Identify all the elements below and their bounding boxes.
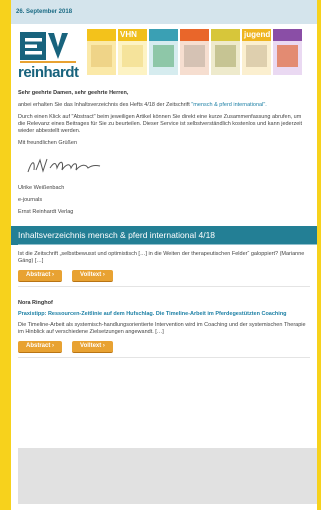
signature-icon: [27, 158, 101, 173]
toc-header: Inhaltsverzeichnis mensch & pferd intern…: [11, 226, 317, 245]
journal-cover[interactable]: jugend: [242, 29, 271, 75]
signature-company: Ernst Reinhardt Verlag: [18, 209, 74, 215]
salutation: Sehr geehrte Damen, sehr geehrte Herren,: [18, 90, 129, 96]
abstract-button[interactable]: Abstract ›: [18, 341, 63, 353]
ad-placeholder: [18, 448, 317, 504]
email-frame: 26. September 2018 reinhardt VHN jugend …: [11, 0, 317, 510]
letter-body: Sehr geehrte Damen, sehr geehrte Herren,…: [11, 90, 317, 216]
toc-title: Inhaltsverzeichnis mensch & pferd intern…: [18, 230, 216, 240]
journal-cover[interactable]: [180, 29, 209, 75]
journal-covers: VHN jugend: [87, 29, 302, 75]
article-text: Ist die Zeitschrift „selbstbewusst und o…: [18, 251, 305, 264]
journal-cover[interactable]: [87, 29, 116, 75]
intro-paragraph: anbei erhalten Sie das Inhaltsverzeichni…: [18, 102, 310, 109]
fulltext-button[interactable]: Volltext ›: [72, 270, 113, 282]
article-title-link[interactable]: Praxistipp: Ressourcen-Zeitlinie auf dem…: [18, 311, 310, 318]
journal-cover[interactable]: [211, 29, 240, 75]
article-divider: [18, 357, 310, 358]
article-text: Die Timeline-Arbeit als systemisch-handl…: [18, 322, 306, 335]
intro-text: anbei erhalten Sie das Inhaltsverzeichni…: [18, 102, 190, 108]
brand-header: reinhardt VHN jugend: [11, 24, 317, 86]
explanation-paragraph: Durch einen Klick auf "Abstract" beim je…: [18, 114, 303, 134]
signature-role: e-journals: [18, 197, 43, 203]
journal-cover[interactable]: [149, 29, 178, 75]
article-item: Ist die Zeitschrift „selbstbewusst und o…: [11, 245, 317, 282]
abstract-button[interactable]: Abstract ›: [18, 270, 63, 282]
fulltext-button[interactable]: Volltext ›: [72, 341, 113, 353]
journal-link[interactable]: "mensch & pferd international".: [191, 102, 266, 108]
date-bar: 26. September 2018: [11, 0, 317, 24]
logo-text: reinhardt: [18, 64, 79, 81]
article-author: Nora Ringhof: [18, 300, 53, 306]
signature-name: Ulrike Weißenbach: [18, 185, 65, 191]
article-item: Nora Ringhof Praxistipp: Ressourcen-Zeit…: [11, 287, 317, 353]
journal-cover[interactable]: VHN: [118, 29, 147, 75]
journal-cover[interactable]: [273, 29, 302, 75]
closing: Mit freundlichen Grüßen: [18, 140, 77, 146]
